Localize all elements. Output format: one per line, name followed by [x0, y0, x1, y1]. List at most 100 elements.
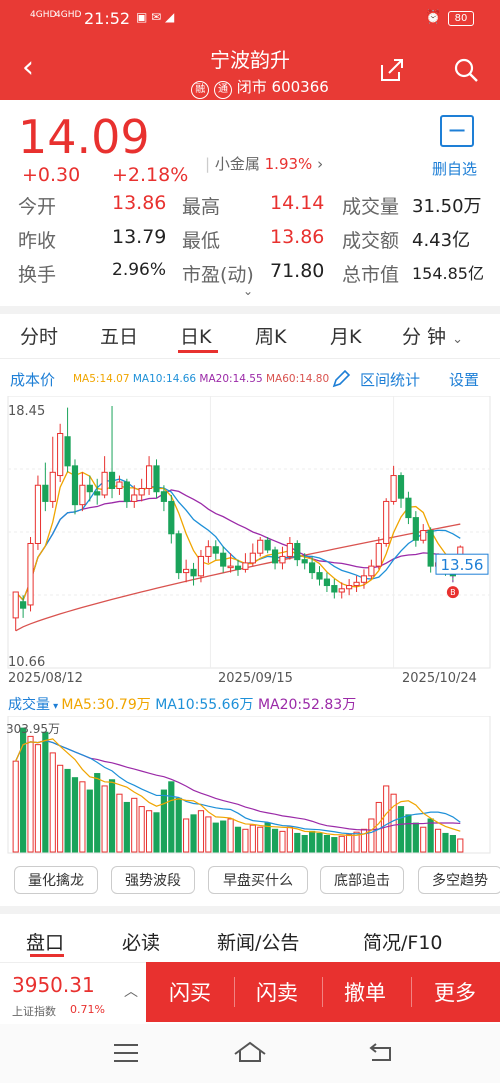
system-nav-bar	[0, 1024, 500, 1083]
volume-bar	[279, 830, 286, 853]
chevron-up-icon[interactable]: ︿	[124, 981, 138, 1001]
candle-body	[383, 500, 390, 544]
volume-bar	[145, 810, 153, 853]
volume-bar	[338, 835, 345, 853]
volume-bar	[442, 832, 449, 853]
buy-marker-label: B	[450, 588, 456, 597]
tab-minute-label: 分 钟	[402, 326, 447, 348]
candle-body	[42, 484, 49, 502]
volume-bar	[190, 814, 197, 853]
tab-news[interactable]: 新闻/公告	[217, 928, 299, 955]
divider-2	[0, 906, 500, 914]
tab-daily-k[interactable]: 日K	[180, 322, 211, 349]
candle-body	[309, 562, 316, 574]
quote-value: 14.14	[270, 192, 325, 214]
candle-body	[138, 487, 145, 496]
candlestick-chart[interactable]: 18.45 10.662025/08/12 2025/09/15 2025/10/24…	[0, 396, 500, 690]
volume-bar	[71, 777, 79, 853]
more-button[interactable]: 更多	[415, 962, 495, 1022]
morning-buy-button[interactable]: 早盘买什么	[208, 866, 308, 894]
quote-value: 13.79	[112, 226, 167, 248]
cancel-order-button[interactable]: 撤单	[325, 962, 405, 1022]
volume-bar	[220, 820, 227, 853]
menu-icon[interactable]	[114, 1044, 138, 1062]
quote-label: 成交额	[342, 230, 400, 252]
home-icon[interactable]	[232, 1040, 268, 1064]
tabs-divider	[0, 358, 500, 359]
volume-bar	[212, 822, 219, 853]
volume-bar	[383, 785, 390, 853]
remove-watch-icon[interactable]: −	[440, 115, 474, 147]
volume-bar	[271, 828, 279, 853]
candle-body	[168, 500, 175, 535]
candle-body	[420, 530, 427, 541]
candle-body	[27, 542, 34, 606]
tab-handicap[interactable]: 盘口	[26, 928, 64, 955]
candle-body	[153, 465, 160, 493]
ma60-value: MA60:14.80	[265, 373, 330, 385]
volume-bar	[316, 832, 323, 853]
candle-body	[375, 542, 382, 567]
volume-bar	[79, 781, 86, 853]
tab-timeshare[interactable]: 分时	[20, 322, 58, 349]
candle-body	[108, 471, 116, 489]
volume-bar	[227, 818, 234, 853]
volume-bar	[346, 834, 353, 853]
tab-minute[interactable]: 分 钟 ⌄	[402, 322, 463, 349]
candle-body	[346, 585, 353, 590]
volume-bar	[323, 834, 331, 853]
settings-button[interactable]: 设置	[449, 369, 479, 390]
index-ticker[interactable]: 3950.31 上证指数 0.71% ︿	[0, 962, 146, 1022]
bottom-chase-button[interactable]: 底部追击	[320, 866, 404, 894]
volume-bar	[12, 760, 19, 853]
candle-body	[175, 533, 182, 574]
volume-bar	[27, 735, 34, 853]
candle-body	[183, 568, 190, 574]
remove-watch-button[interactable]: 删自选	[432, 158, 477, 179]
long-short-trend-button[interactable]: 多空趋势	[418, 866, 500, 894]
volume-bar	[160, 789, 167, 853]
volume-bar	[86, 789, 93, 853]
range-stats-button[interactable]: 区间统计	[360, 369, 420, 390]
candle-body	[20, 601, 27, 609]
quote-value: 154.85亿	[412, 264, 484, 283]
candle-body	[427, 530, 434, 567]
back-nav-icon[interactable]	[368, 1040, 394, 1064]
battery-icon: 80	[448, 11, 474, 26]
volume-bar	[457, 838, 464, 853]
volume-bar	[42, 731, 49, 853]
index-pct: 0.71%	[70, 1003, 105, 1016]
volume-bar	[123, 801, 130, 853]
volume-bar	[286, 826, 293, 853]
sector-link[interactable]: | 小金属 1.93% ›	[205, 153, 323, 174]
tab-monthly-k[interactable]: 月K	[330, 322, 361, 349]
strong-wave-button[interactable]: 强势波段	[111, 866, 195, 894]
tab-five-day[interactable]: 五日	[100, 322, 138, 349]
volume-bar	[331, 837, 338, 853]
candle-body	[212, 546, 219, 554]
search-icon[interactable]	[452, 56, 480, 84]
share-icon[interactable]	[378, 56, 406, 84]
candle-body	[242, 562, 249, 570]
volume-chart[interactable]: 303.95万	[0, 716, 500, 854]
bottom-tab-indicator	[30, 954, 64, 957]
price-high-label: 18.45	[8, 404, 45, 419]
candle-body	[94, 491, 101, 496]
alarm-icon: ⏰	[425, 10, 442, 25]
expand-icon[interactable]: ⌄	[243, 284, 253, 298]
tab-weekly-k[interactable]: 周K	[255, 322, 286, 349]
cost-price-button[interactable]: 成本价	[10, 369, 55, 390]
sector-pct: 1.93%	[264, 155, 313, 173]
volume-bar	[397, 806, 405, 853]
tab-must-read[interactable]: 必读	[122, 928, 160, 955]
quote-value: 4.43亿	[412, 230, 471, 251]
volume-bar	[153, 812, 160, 853]
tab-f10[interactable]: 简况/F10	[363, 928, 443, 955]
pencil-icon[interactable]	[330, 368, 352, 390]
quick-buy-button[interactable]: 闪买	[150, 962, 230, 1022]
candle-body	[360, 575, 368, 583]
quick-sell-button[interactable]: 闪卖	[237, 962, 317, 1022]
volume-label[interactable]: 成交量	[8, 697, 50, 713]
volume-dropdown-icon[interactable]: ▾	[50, 701, 61, 712]
quant-dragon-button[interactable]: 量化擒龙	[14, 866, 98, 894]
